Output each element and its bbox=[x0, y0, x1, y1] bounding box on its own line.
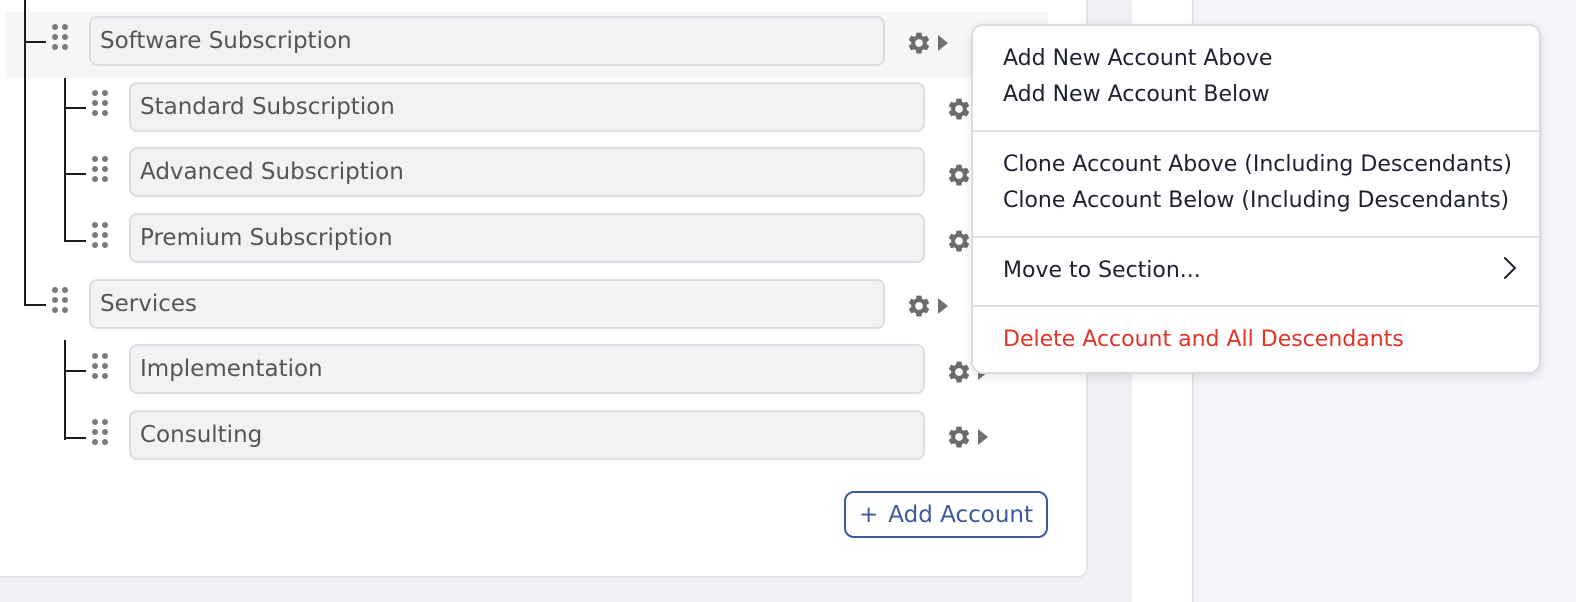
tree-line bbox=[64, 240, 86, 242]
plus-icon: + bbox=[859, 501, 879, 528]
caret-right-icon bbox=[938, 35, 948, 51]
drag-handle-icon[interactable] bbox=[92, 353, 110, 383]
tree-line bbox=[64, 107, 86, 109]
gear-icon bbox=[948, 426, 970, 448]
caret-right-icon bbox=[978, 429, 988, 445]
drag-handle-icon[interactable] bbox=[92, 222, 110, 252]
menu-item-delete-account[interactable]: Delete Account and All Descendants bbox=[1003, 327, 1404, 352]
drag-handle-icon[interactable] bbox=[52, 24, 70, 54]
tree-line bbox=[24, 41, 46, 43]
menu-item-add-above[interactable]: Add New Account Above bbox=[1003, 46, 1272, 71]
gear-icon bbox=[948, 230, 970, 252]
menu-separator bbox=[973, 305, 1539, 307]
add-account-button[interactable]: + Add Account bbox=[844, 491, 1048, 538]
gear-icon bbox=[948, 98, 970, 120]
menu-item-clone-below[interactable]: Clone Account Below (Including Descendan… bbox=[1003, 188, 1509, 213]
chevron-right-icon bbox=[1493, 256, 1517, 280]
gear-icon bbox=[908, 295, 930, 317]
row-menu-button[interactable] bbox=[906, 28, 954, 58]
menu-item-add-below[interactable]: Add New Account Below bbox=[1003, 82, 1270, 107]
account-name-input[interactable]: Implementation bbox=[129, 344, 925, 394]
account-name-input[interactable]: Standard Subscription bbox=[129, 82, 925, 132]
menu-item-clone-above[interactable]: Clone Account Above (Including Descendan… bbox=[1003, 152, 1512, 177]
tree-line bbox=[24, 304, 46, 306]
account-name-input[interactable]: Premium Subscription bbox=[129, 213, 925, 263]
add-account-label: Add Account bbox=[888, 501, 1033, 528]
row-menu-button[interactable] bbox=[906, 291, 954, 321]
drag-handle-icon[interactable] bbox=[92, 156, 110, 186]
gear-icon bbox=[948, 164, 970, 186]
account-name-input[interactable]: Advanced Subscription bbox=[129, 147, 925, 197]
drag-handle-icon[interactable] bbox=[52, 287, 70, 317]
tree-line bbox=[64, 340, 66, 440]
tree-line bbox=[64, 437, 86, 439]
tree-line bbox=[24, 0, 26, 306]
drag-handle-icon[interactable] bbox=[92, 90, 110, 120]
menu-separator bbox=[973, 130, 1539, 132]
gear-icon bbox=[908, 32, 930, 54]
tree-line bbox=[64, 173, 86, 175]
menu-separator bbox=[973, 236, 1539, 238]
gear-icon bbox=[948, 361, 970, 383]
account-name-input[interactable]: Services bbox=[89, 279, 885, 329]
tree-line bbox=[64, 78, 66, 242]
caret-right-icon bbox=[938, 298, 948, 314]
menu-item-move-to-section[interactable]: Move to Section... bbox=[1003, 258, 1201, 283]
drag-handle-icon[interactable] bbox=[92, 419, 110, 449]
account-name-input[interactable]: Consulting bbox=[129, 410, 925, 460]
account-context-menu: Add New Account Above Add New Account Be… bbox=[971, 24, 1541, 374]
tree-line bbox=[64, 370, 86, 372]
row-menu-button[interactable] bbox=[946, 422, 994, 452]
account-name-input[interactable]: Software Subscription bbox=[89, 16, 885, 66]
